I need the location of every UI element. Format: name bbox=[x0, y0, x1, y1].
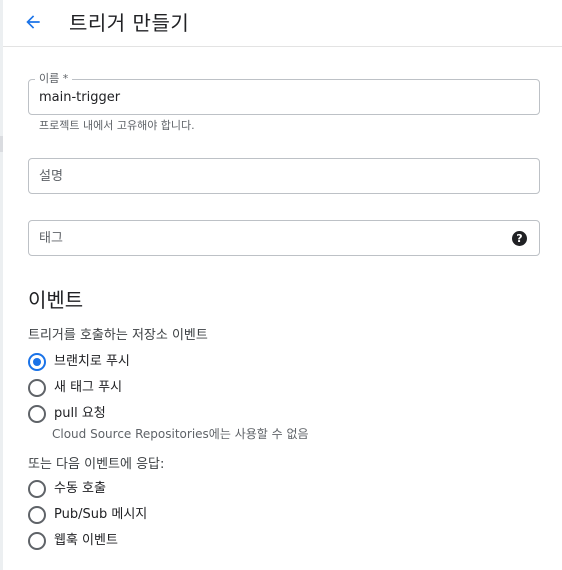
radio-button-checked[interactable] bbox=[28, 353, 46, 371]
back-button[interactable] bbox=[18, 7, 48, 37]
radio-button[interactable] bbox=[28, 405, 46, 423]
side-rail bbox=[0, 0, 3, 570]
other-event-label: 또는 다음 이벤트에 응답: bbox=[28, 457, 165, 472]
radio-label: 웹훅 이벤트 bbox=[54, 533, 118, 548]
side-rail-marker bbox=[0, 136, 3, 152]
radio-button[interactable] bbox=[28, 506, 46, 524]
name-input[interactable] bbox=[29, 80, 539, 114]
name-help-text: 프로젝트 내에서 고유해야 합니다. bbox=[39, 119, 195, 132]
radio-push-tag[interactable]: 새 태그 푸시 bbox=[28, 378, 122, 398]
event-section-title: 이벤트 bbox=[28, 288, 84, 312]
description-input[interactable] bbox=[29, 159, 539, 193]
radio-label: 수동 호출 bbox=[54, 481, 106, 496]
radio-button[interactable] bbox=[28, 480, 46, 498]
radio-manual-invocation[interactable]: 수동 호출 bbox=[28, 479, 106, 499]
radio-button[interactable] bbox=[28, 379, 46, 397]
description-field[interactable] bbox=[28, 158, 540, 194]
name-field[interactable]: 이름 * bbox=[28, 72, 540, 115]
radio-label: 새 태그 푸시 bbox=[54, 380, 123, 395]
radio-label: 브랜치로 푸시 bbox=[54, 354, 130, 369]
radio-label: Pub/Sub 메시지 bbox=[54, 507, 148, 522]
arrow-back-icon bbox=[26, 15, 40, 29]
pull-request-note: Cloud Source Repositories에는 사용할 수 없음 bbox=[52, 427, 309, 441]
tags-field[interactable]: ? bbox=[28, 220, 540, 256]
page-title: 트리거 만들기 bbox=[69, 11, 190, 35]
radio-pubsub-message[interactable]: Pub/Sub 메시지 bbox=[28, 505, 147, 525]
radio-push-branch[interactable]: 브랜치로 푸시 bbox=[28, 352, 130, 372]
help-circle-icon[interactable]: ? bbox=[512, 231, 527, 246]
radio-pull-request[interactable]: pull 요청 bbox=[28, 404, 106, 424]
repo-event-label: 트리거를 호출하는 저장소 이벤트 bbox=[28, 328, 208, 343]
radio-webhook-event[interactable]: 웹훅 이벤트 bbox=[28, 531, 118, 551]
radio-button[interactable] bbox=[28, 532, 46, 550]
page-header: 트리거 만들기 bbox=[3, 0, 562, 47]
radio-label: pull 요청 bbox=[54, 406, 106, 421]
tags-input[interactable] bbox=[29, 221, 539, 255]
